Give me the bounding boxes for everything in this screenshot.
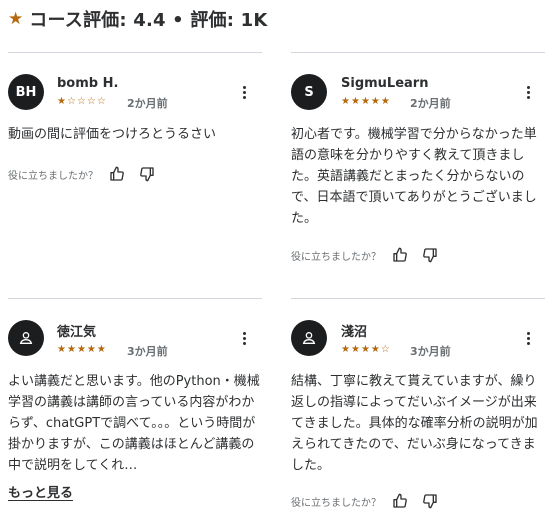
- star-empty-icon: ☆: [66, 96, 76, 107]
- reviewer-name: 徳江気: [57, 325, 97, 340]
- helpful-row: 役に立ちましたか？: [8, 164, 168, 184]
- review-text: 初心者です。機械学習で分からなかった単語の意味を分かりやすく教えて頂きました。英…: [291, 127, 537, 226]
- star-filled-icon: ★: [66, 344, 76, 355]
- star-filled-icon: ★: [76, 344, 86, 355]
- review-card: BH bomb H. ★ ☆ ☆ ☆ ☆ 2か月前 動画の間に評価をつけろとうる…: [8, 52, 262, 202]
- user-icon: [19, 332, 33, 344]
- thumbs-down-icon[interactable]: [421, 246, 439, 264]
- star-filled-icon: ★: [380, 96, 390, 107]
- review-text: よい講義だと思います。他のPython・機械学習の講義は講師の言っている内容がわ…: [8, 374, 260, 473]
- reviewer-name: bomb H.: [57, 76, 119, 91]
- star-filled-icon: ★: [350, 96, 360, 107]
- avatar: BH: [8, 74, 44, 110]
- avatar: [291, 320, 327, 356]
- course-rating-header: ★ コース評価: 4.4 • 評価: 1K: [8, 6, 267, 32]
- user-icon: [302, 332, 316, 344]
- more-options-icon[interactable]: [236, 84, 252, 100]
- review-card: S SigmuLearn ★ ★ ★ ★ ★ 2か月前 初心者です。機械学習で分…: [291, 52, 545, 282]
- review-time: 2か月前: [410, 97, 451, 110]
- star-rating: ★ ★ ★ ★ ★: [57, 344, 106, 356]
- star-empty-icon: ☆: [96, 96, 106, 107]
- more-options-icon[interactable]: [520, 84, 536, 100]
- review-time: 3か月前: [410, 345, 451, 358]
- star-filled-icon: ★: [370, 344, 380, 355]
- star-filled-icon: ★: [57, 344, 66, 355]
- review-time: 3か月前: [127, 345, 168, 358]
- more-options-icon[interactable]: [520, 330, 536, 346]
- review-card: 徳江気 ★ ★ ★ ★ ★ 3か月前 よい講義だと思います。他のPython・機…: [8, 298, 262, 508]
- helpful-row: 役に立ちましたか？: [291, 245, 451, 265]
- star-empty-icon: ☆: [380, 344, 390, 355]
- star-rating: ★ ★ ★ ★ ☆: [341, 344, 390, 356]
- thumbs-up-icon[interactable]: [391, 246, 409, 264]
- star-rating: ★ ☆ ☆ ☆ ☆: [57, 96, 106, 108]
- star-filled-icon: ★: [341, 96, 350, 107]
- thumbs-down-icon[interactable]: [138, 165, 156, 183]
- star-filled-icon: ★: [86, 344, 96, 355]
- show-more-link[interactable]: もっと見る: [8, 482, 73, 501]
- helpful-question: 役に立ちましたか？: [8, 170, 98, 182]
- star-icon: ★: [8, 8, 24, 29]
- more-options-icon[interactable]: [236, 330, 252, 346]
- review-divider: [8, 298, 262, 299]
- review-card: 淺沼 ★ ★ ★ ★ ☆ 3か月前 結構、丁寧に教えて貰えていますが、繰り返しの…: [291, 298, 545, 513]
- star-empty-icon: ☆: [76, 96, 86, 107]
- thumbs-up-icon[interactable]: [391, 492, 409, 510]
- helpful-row: 役に立ちましたか？: [291, 491, 451, 511]
- review-divider: [291, 52, 545, 53]
- review-text: 動画の間に評価をつけろとうるさい: [8, 127, 217, 142]
- review-divider: [291, 298, 545, 299]
- avatar: [8, 320, 44, 356]
- reviewer-name: 淺沼: [341, 325, 368, 340]
- review-time: 2か月前: [127, 97, 168, 110]
- helpful-question: 役に立ちましたか？: [291, 497, 381, 509]
- star-filled-icon: ★: [370, 96, 380, 107]
- star-filled-icon: ★: [350, 344, 360, 355]
- star-filled-icon: ★: [341, 344, 350, 355]
- avatar: S: [291, 74, 327, 110]
- star-filled-icon: ★: [96, 344, 106, 355]
- course-rating-title: コース評価: 4.4 • 評価: 1K: [29, 10, 268, 31]
- star-filled-icon: ★: [360, 344, 370, 355]
- review-divider: [8, 52, 262, 53]
- reviewer-name: SigmuLearn: [341, 76, 429, 91]
- star-filled-icon: ★: [57, 96, 66, 107]
- star-empty-icon: ☆: [86, 96, 96, 107]
- star-filled-icon: ★: [360, 96, 370, 107]
- thumbs-down-icon[interactable]: [421, 492, 439, 510]
- helpful-question: 役に立ちましたか？: [291, 251, 381, 263]
- review-text: 結構、丁寧に教えて貰えていますが、繰り返しの指導によってだいぶイメージが出来てき…: [291, 374, 538, 473]
- star-rating: ★ ★ ★ ★ ★: [341, 96, 390, 108]
- thumbs-up-icon[interactable]: [108, 165, 126, 183]
